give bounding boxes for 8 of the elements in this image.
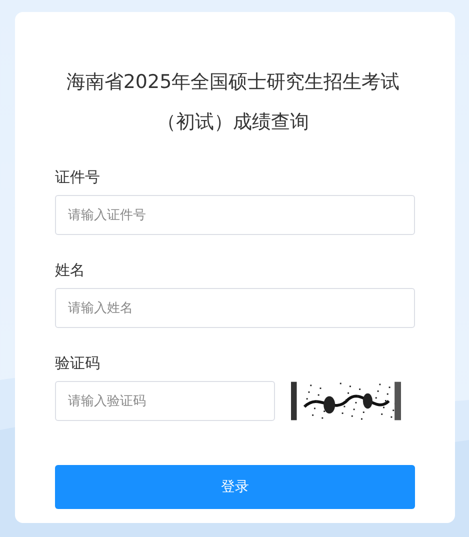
captcha-input[interactable]: 请输入验证码 [55, 381, 275, 421]
login-button[interactable]: 登录 [55, 465, 415, 509]
text-input[interactable]: 请输入证件号 [55, 195, 415, 235]
field-label: 姓名 [55, 261, 85, 280]
text-input[interactable]: 请输入姓名 [55, 288, 415, 328]
page-title: 海南省2025年全国硕士研究生招生考试（初试）成绩查询 [65, 70, 401, 135]
field-label: 证件号 [55, 168, 100, 187]
field-label: 验证码 [55, 354, 100, 373]
